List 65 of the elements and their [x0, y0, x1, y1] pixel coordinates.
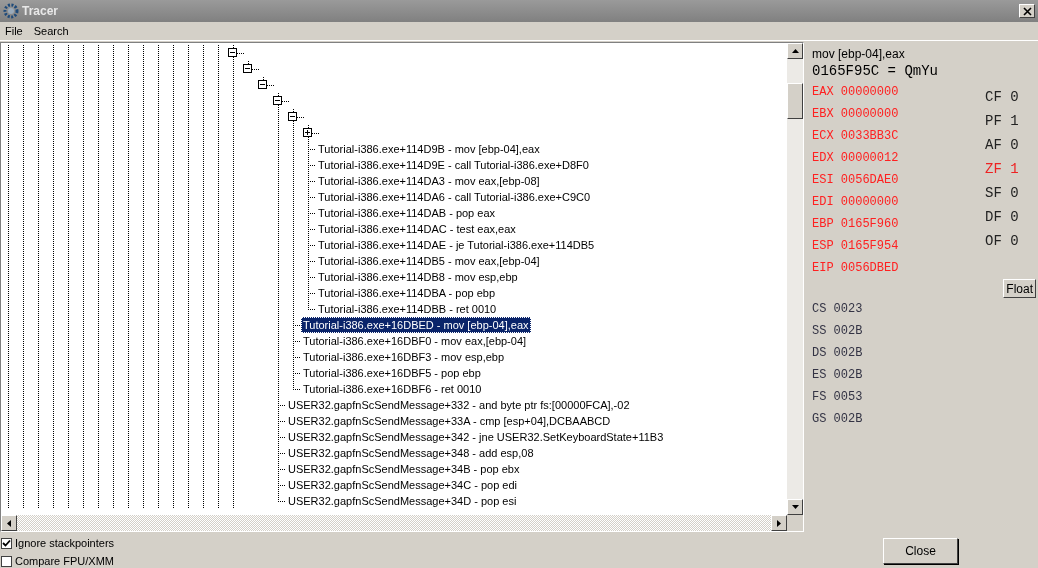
trace-entry[interactable]: Tutorial-i386.exe+16DBED - mov [ebp-04],eax [301, 317, 531, 333]
trace-entry[interactable]: Tutorial-i386.exe+114DBB - ret 0010 [316, 301, 499, 317]
flag-value[interactable]: OF 0 [985, 229, 1019, 253]
trace-entry[interactable]: Tutorial-i386.exe+114DAE - je Tutorial-i386.exe+114DB5 [316, 237, 597, 253]
trace-entry[interactable]: USER32.gapfnScSendMessage+34C - pop edi [286, 477, 519, 493]
trace-entry[interactable]: Tutorial-i386.exe+114DB8 - mov esp,ebp [316, 269, 520, 285]
scroll-right-button[interactable] [771, 515, 787, 531]
trace-entry[interactable]: Tutorial-i386.exe+16DBF6 - ret 0010 [301, 381, 484, 397]
trace-entry[interactable]: USER32.gapfnScSendMessage+332 - and byte ptr fs:[00000FCA],-02 [286, 397, 632, 413]
scroll-up-button[interactable] [787, 43, 803, 59]
segment-register: ES 002B [812, 367, 864, 384]
scrollbar-corner [787, 515, 803, 531]
close-button[interactable]: Close [883, 538, 958, 564]
window-title: Tracer [22, 4, 60, 18]
flag-value[interactable]: SF 0 [985, 181, 1019, 205]
flag-value[interactable]: CF 0 [985, 85, 1019, 109]
trace-entry[interactable]: USER32.gapfnScSendMessage+34B - pop ebx [286, 461, 522, 477]
segment-register: FS 0053 [812, 389, 864, 406]
flag-value[interactable]: AF 0 [985, 133, 1019, 157]
down-arrow-icon [791, 505, 799, 509]
trace-entry[interactable]: Tutorial-i386.exe+16DBF0 - mov eax,[ebp-04] [301, 333, 529, 349]
horizontal-scrollbar[interactable] [1, 515, 803, 531]
trace-entry[interactable]: Tutorial-i386.exe+114D9B - mov [ebp-04],eax [316, 141, 542, 157]
checkbox[interactable] [1, 537, 12, 549]
trace-entry[interactable]: Tutorial-i386.exe+114DAC - test eax,eax [316, 221, 518, 237]
trace-entry[interactable]: USER32.gapfnScSendMessage+33A - cmp [esp+04],DCBAABCD [286, 413, 613, 429]
scrollbar-thumb[interactable] [787, 83, 803, 119]
segment-register: GS 002B [812, 411, 864, 428]
trace-entry[interactable]: Tutorial-i386.exe+16DBF3 - mov esp,ebp [301, 349, 507, 365]
collapse-icon[interactable] [228, 48, 237, 57]
trace-entry[interactable]: USER32.gapfnScSendMessage+34D - pop esi [286, 493, 519, 509]
right-arrow-icon [777, 519, 781, 527]
up-arrow-icon [791, 49, 799, 53]
menu-item[interactable]: Search [28, 25, 75, 37]
trace-entry[interactable]: Tutorial-i386.exe+114DA3 - mov eax,[ebp-08] [316, 173, 542, 189]
segment-register: CS 0023 [812, 301, 864, 318]
memory-value: 0165F95C = QmYu [812, 63, 940, 79]
flag-value[interactable]: DF 0 [985, 205, 1019, 229]
trace-entry[interactable]: USER32.gapfnScSendMessage+342 - jne USER32.SetKeyboardState+11B3 [286, 429, 666, 445]
flag-value[interactable]: PF 1 [985, 109, 1019, 133]
checkbox[interactable] [1, 555, 12, 567]
trace-entry[interactable]: Tutorial-i386.exe+114D9E - call Tutorial-i386.exe+D8F0 [316, 157, 591, 173]
checkbox-label[interactable]: Compare FPU/XMM [15, 555, 115, 567]
trace-entry[interactable]: Tutorial-i386.exe+114DBA - pop ebp [316, 285, 498, 301]
trace-entry[interactable]: Tutorial-i386.exe+114DA6 - call Tutorial-i386.exe+C9C0 [316, 189, 593, 205]
trace-entry[interactable]: Tutorial-i386.exe+114DAB - pop eax [316, 205, 498, 221]
scroll-down-button[interactable] [787, 499, 803, 515]
menu-item[interactable]: File [0, 25, 29, 37]
trace-entry[interactable]: Tutorial-i386.exe+114DB5 - mov eax,[ebp-04] [316, 253, 542, 269]
trace-entry[interactable]: USER32.gapfnScSendMessage+348 - add esp,08 [286, 445, 536, 461]
float-button[interactable]: Float [1003, 279, 1036, 298]
collapse-icon[interactable] [258, 80, 267, 89]
collapse-icon[interactable] [288, 112, 297, 121]
vertical-scrollbar[interactable] [787, 43, 803, 515]
checkbox-label[interactable]: Ignore stackpointers [15, 537, 115, 549]
close-icon[interactable] [1019, 4, 1035, 18]
expand-icon[interactable] [303, 128, 312, 137]
trace-entry[interactable]: Tutorial-i386.exe+16DBF5 - pop ebp [301, 365, 483, 381]
left-arrow-icon [7, 519, 11, 527]
collapse-icon[interactable] [273, 96, 282, 105]
scroll-left-button[interactable] [1, 515, 17, 531]
instruction-text: mov [ebp-04],eax [812, 46, 906, 63]
segment-register: SS 002B [812, 323, 864, 340]
segment-register: DS 002B [812, 345, 864, 362]
collapse-icon[interactable] [243, 64, 252, 73]
